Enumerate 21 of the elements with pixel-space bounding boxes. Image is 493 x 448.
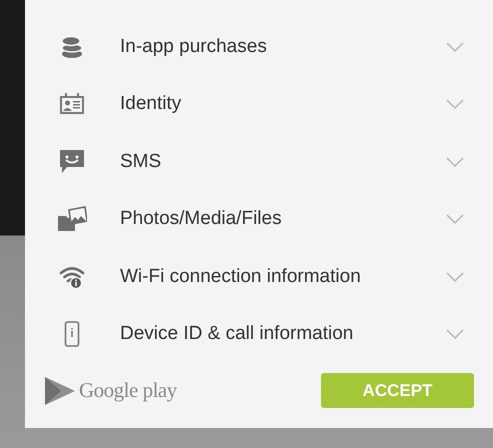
coins-icon xyxy=(59,34,85,59)
chevron-down-icon[interactable] xyxy=(445,98,465,110)
chat-bubble-icon xyxy=(59,148,85,175)
chevron-down-icon[interactable] xyxy=(445,328,465,340)
permission-label: Device ID & call information xyxy=(120,323,354,346)
permission-label: Photos/Media/Files xyxy=(120,208,283,230)
folder-photo-icon xyxy=(57,206,87,232)
permission-label: SMS xyxy=(120,150,162,173)
play-logo-icon xyxy=(44,376,76,406)
permission-label: In-app purchases xyxy=(120,36,268,58)
chevron-down-icon[interactable] xyxy=(445,40,465,53)
permission-label: Wi-Fi connection information xyxy=(120,266,362,288)
accept-button[interactable]: ACCEPT xyxy=(321,373,474,408)
chevron-down-icon[interactable] xyxy=(445,270,465,283)
brand-logo-text: Google play xyxy=(79,378,177,403)
chevron-down-icon[interactable] xyxy=(445,156,465,168)
wifi-info-icon xyxy=(59,264,85,289)
phone-info-icon xyxy=(64,321,80,348)
chevron-down-icon[interactable] xyxy=(445,213,465,226)
id-card-icon xyxy=(59,93,85,116)
permission-label: Identity xyxy=(120,93,182,116)
